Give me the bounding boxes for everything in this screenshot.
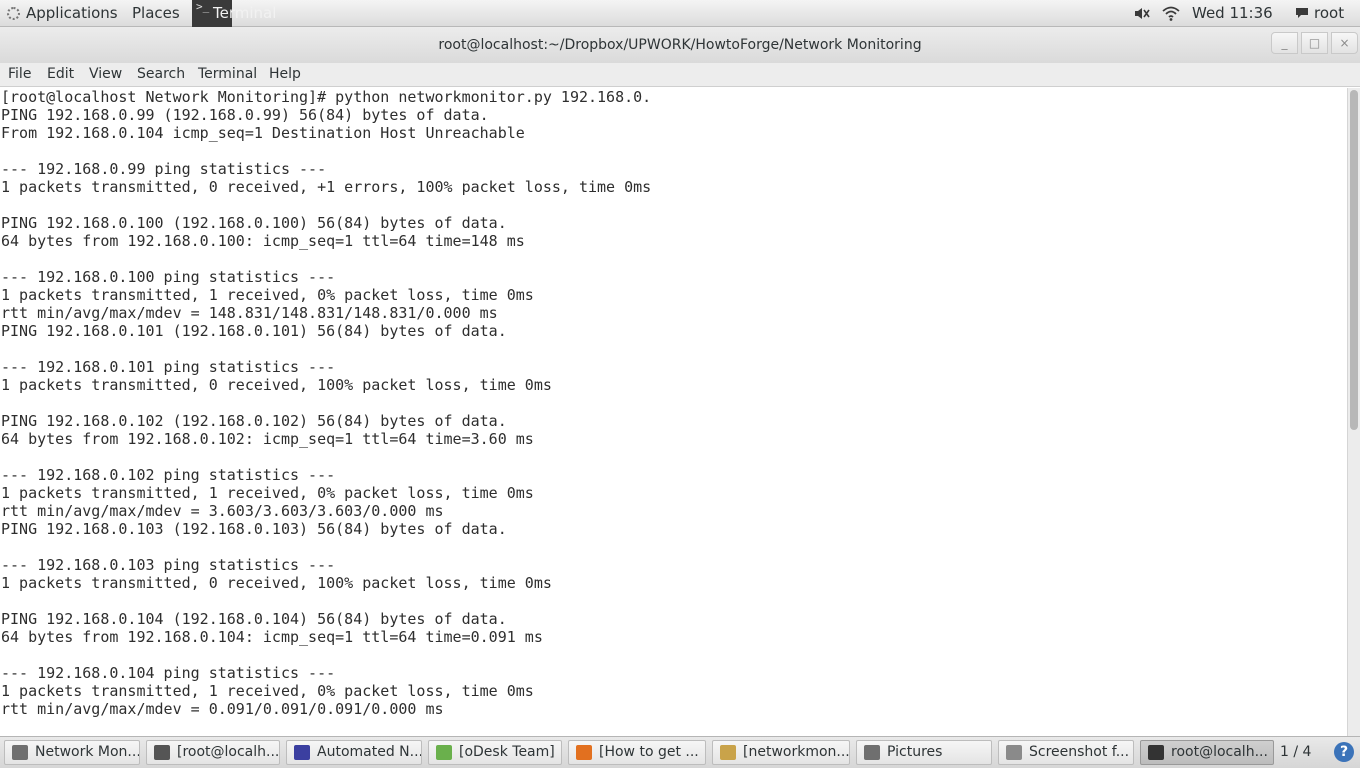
taskbar-item[interactable]: Network Mon... bbox=[4, 740, 140, 765]
applications-menu[interactable]: Applications bbox=[4, 0, 118, 27]
terminal-line: 64 bytes from 192.168.0.100: icmp_seq=1 … bbox=[1, 232, 525, 250]
taskbar-item[interactable]: [root@localh... bbox=[146, 740, 280, 765]
close-button[interactable]: × bbox=[1331, 32, 1358, 54]
top-panel: Applications Places >_ Terminal Wed 11:3… bbox=[0, 0, 1360, 27]
terminal-line: 1 packets transmitted, 1 received, 0% pa… bbox=[1, 484, 534, 502]
taskbar-item[interactable]: [networkmon... bbox=[712, 740, 850, 765]
help-icon[interactable]: ? bbox=[1334, 742, 1354, 762]
window-titlebar[interactable]: root@localhost:~/Dropbox/UPWORK/HowtoFor… bbox=[0, 27, 1360, 63]
taskbar-item-label: [oDesk Team] bbox=[459, 744, 555, 760]
terminal-scrollbar[interactable] bbox=[1347, 88, 1360, 736]
menu-file[interactable]: File bbox=[8, 63, 31, 86]
terminal-line: 1 packets transmitted, 0 received, +1 er… bbox=[1, 178, 652, 196]
terminal-line: --- 192.168.0.102 ping statistics --- bbox=[1, 466, 336, 484]
terminal-line: --- 192.168.0.103 ping statistics --- bbox=[1, 556, 336, 574]
terminal-line: --- 192.168.0.100 ping statistics --- bbox=[1, 268, 336, 286]
terminal-line: 64 bytes from 192.168.0.104: icmp_seq=1 … bbox=[1, 628, 543, 646]
clock[interactable]: Wed 11:36 bbox=[1192, 0, 1273, 27]
taskbar-item-label: [networkmon... bbox=[743, 744, 850, 760]
taskbar-item[interactable]: [How to get ... bbox=[568, 740, 706, 765]
terminal-line: rtt min/avg/max/mdev = 0.091/0.091/0.091… bbox=[1, 700, 444, 718]
taskbar-item-label: Automated N... bbox=[317, 744, 422, 760]
taskbar-item-label: Network Mon... bbox=[35, 744, 140, 760]
terminal-line: [root@localhost Network Monitoring]# pyt… bbox=[1, 88, 652, 106]
terminal-line: 1 packets transmitted, 1 received, 0% pa… bbox=[1, 682, 534, 700]
terminal-line: --- 192.168.0.99 ping statistics --- bbox=[1, 160, 327, 178]
terminal-line: PING 192.168.0.101 (192.168.0.101) 56(84… bbox=[1, 322, 507, 340]
taskbar-item[interactable]: Screenshot f... bbox=[998, 740, 1134, 765]
menu-search[interactable]: Search bbox=[137, 63, 185, 86]
taskbar-item-label: Screenshot f... bbox=[1029, 744, 1130, 760]
taskbar-item[interactable]: Automated N... bbox=[286, 740, 422, 765]
menubar: File Edit View Search Terminal Help bbox=[0, 63, 1360, 87]
bottom-taskbar: Network Mon... [root@localh... Automated N… bbox=[0, 736, 1360, 768]
volume-muted-icon[interactable] bbox=[1133, 5, 1151, 22]
folder-icon bbox=[12, 745, 28, 760]
terminal-line: 64 bytes from 192.168.0.102: icmp_seq=1 … bbox=[1, 430, 534, 448]
terminal-line: PING 192.168.0.102 (192.168.0.102) 56(84… bbox=[1, 412, 507, 430]
terminal-line: rtt min/avg/max/mdev = 148.831/148.831/1… bbox=[1, 304, 498, 322]
terminal-line: 1 packets transmitted, 0 received, 100% … bbox=[1, 574, 552, 592]
terminal-line: PING 192.168.0.99 (192.168.0.99) 56(84) … bbox=[1, 106, 489, 124]
menu-edit[interactable]: Edit bbox=[47, 63, 74, 86]
terminal-output: [root@localhost Network Monitoring]# pyt… bbox=[0, 88, 1347, 718]
text-editor-icon bbox=[720, 745, 736, 760]
workspace-switcher[interactable]: 1 / 4 bbox=[1280, 737, 1311, 768]
wifi-icon[interactable] bbox=[1162, 5, 1180, 22]
terminal-view[interactable]: [root@localhost Network Monitoring]# pyt… bbox=[0, 88, 1347, 736]
folder-icon bbox=[864, 745, 880, 760]
taskbar-item-label: Pictures bbox=[887, 744, 943, 760]
taskbar-item-label: root@localh... bbox=[1171, 744, 1268, 760]
chat-status-icon bbox=[1296, 8, 1308, 18]
taskbar-item[interactable]: Pictures bbox=[856, 740, 992, 765]
terminal-line: 1 packets transmitted, 1 received, 0% pa… bbox=[1, 286, 534, 304]
taskbar-item-label: [How to get ... bbox=[599, 744, 699, 760]
gnome-foot-icon bbox=[7, 7, 20, 20]
screenshot-icon bbox=[1006, 745, 1022, 760]
terminal-line: From 192.168.0.104 icmp_seq=1 Destinatio… bbox=[1, 124, 525, 142]
terminal-line: PING 192.168.0.103 (192.168.0.103) 56(84… bbox=[1, 520, 507, 538]
maximize-button[interactable]: □ bbox=[1301, 32, 1328, 54]
terminal-line: --- 192.168.0.101 ping statistics --- bbox=[1, 358, 336, 376]
eclipse-icon bbox=[294, 745, 310, 760]
taskbar-item[interactable]: [oDesk Team] bbox=[428, 740, 562, 765]
taskbar-item-label: [root@localh... bbox=[177, 744, 280, 760]
terminal-icon bbox=[154, 745, 170, 760]
places-menu[interactable]: Places bbox=[132, 0, 180, 27]
user-menu[interactable]: root bbox=[1314, 0, 1344, 27]
firefox-icon bbox=[576, 745, 592, 760]
menu-help[interactable]: Help bbox=[269, 63, 301, 86]
terminal-line: rtt min/avg/max/mdev = 3.603/3.603/3.603… bbox=[1, 502, 444, 520]
terminal-line: PING 192.168.0.104 (192.168.0.104) 56(84… bbox=[1, 610, 507, 628]
taskbar-item[interactable]: root@localh... bbox=[1140, 740, 1274, 765]
minimize-button[interactable]: _ bbox=[1271, 32, 1298, 54]
menu-view[interactable]: View bbox=[89, 63, 122, 86]
terminal-line: --- 192.168.0.104 ping statistics --- bbox=[1, 664, 336, 682]
terminal-icon bbox=[1148, 745, 1164, 760]
menu-terminal[interactable]: Terminal bbox=[198, 63, 257, 86]
terminal-line: 1 packets transmitted, 0 received, 100% … bbox=[1, 376, 552, 394]
window-title: root@localhost:~/Dropbox/UPWORK/HowtoFor… bbox=[438, 37, 922, 53]
scrollbar-thumb[interactable] bbox=[1350, 90, 1358, 430]
terminal-app-menu[interactable]: Terminal bbox=[213, 0, 276, 27]
applications-label: Applications bbox=[26, 4, 118, 22]
terminal-line: PING 192.168.0.100 (192.168.0.100) 56(84… bbox=[1, 214, 507, 232]
chat-icon bbox=[436, 745, 452, 760]
